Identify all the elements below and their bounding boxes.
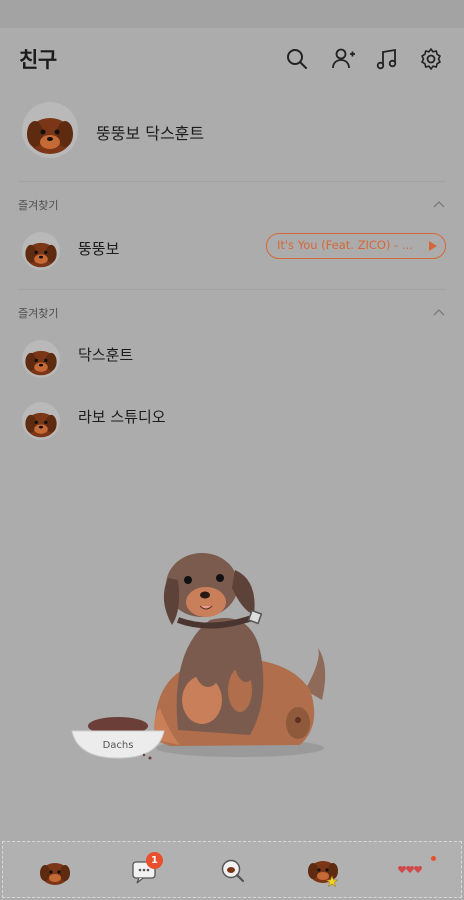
settings-icon[interactable] <box>418 46 444 72</box>
page-title: 친구 <box>19 48 57 72</box>
friend-avatar <box>22 340 60 378</box>
friend-row-dachshund[interactable]: 닥스훈트 <box>0 328 464 384</box>
my-profile-row[interactable]: 뚱뚱보 닥스훈트 <box>0 96 464 168</box>
profile-music-pill[interactable]: It's You (Feat. ZICO) - ... <box>266 233 446 259</box>
dachshund-illustration: Dachs <box>60 540 350 770</box>
section-label-favorites: 즐겨찾기 <box>18 307 59 320</box>
friend-name: 뚱뚱보 <box>78 240 120 258</box>
search-icon[interactable] <box>284 46 310 72</box>
music-icon[interactable] <box>374 46 400 72</box>
chat-unread-badge: 1 <box>146 852 163 869</box>
nav-more-icon[interactable] <box>393 854 427 888</box>
collapse-chevron-icon[interactable] <box>433 308 445 316</box>
status-bar <box>0 0 464 28</box>
nav-friends-icon[interactable] <box>38 854 72 888</box>
nav-search-icon[interactable] <box>216 854 250 888</box>
add-friend-icon[interactable] <box>330 46 356 72</box>
section-label-favorites: 즐겨찾기 <box>18 199 59 212</box>
new-dot-indicator <box>431 856 436 861</box>
bowl-label: Dachs <box>103 740 134 751</box>
header: 친구 <box>0 28 464 90</box>
friend-name: 닥스훈트 <box>78 346 134 364</box>
my-profile-name: 뚱뚱보 닥스훈트 <box>96 124 205 143</box>
friend-avatar <box>22 402 60 440</box>
collapse-chevron-icon[interactable] <box>433 200 445 208</box>
friend-name: 라보 스튜디오 <box>78 408 166 426</box>
bottom-nav: 1 <box>2 841 462 898</box>
play-icon <box>429 241 437 251</box>
divider <box>18 181 446 182</box>
nav-view-icon[interactable] <box>306 854 340 888</box>
friend-row-labo-studio[interactable]: 라보 스튜디오 <box>0 390 464 446</box>
divider <box>18 289 446 290</box>
friend-avatar <box>22 232 60 270</box>
music-title: It's You (Feat. ZICO) - ... <box>277 238 413 252</box>
my-avatar <box>22 102 78 158</box>
